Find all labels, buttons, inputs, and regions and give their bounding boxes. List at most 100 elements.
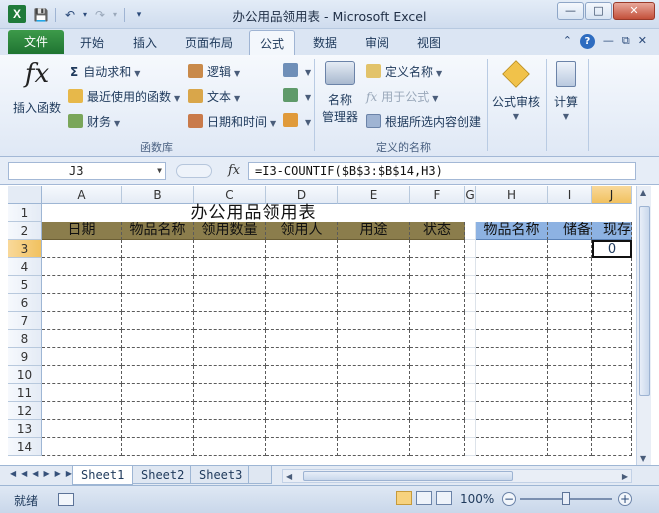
table-header-cell[interactable]: 领用数量	[194, 222, 266, 240]
tab-formulas[interactable]: 公式	[249, 30, 296, 55]
table-cell[interactable]	[548, 402, 592, 420]
table-cell[interactable]	[476, 276, 548, 294]
table-cell[interactable]	[548, 276, 592, 294]
customize-qat-icon[interactable]: ▾	[130, 7, 148, 23]
sheet-tab-1[interactable]: Sheet1	[72, 466, 134, 485]
logical-button[interactable]: 逻辑 ▼	[188, 63, 240, 80]
table-cell[interactable]	[476, 312, 548, 330]
table-cell[interactable]	[194, 366, 266, 384]
row-header[interactable]: 4	[8, 258, 42, 276]
table-cell[interactable]	[194, 402, 266, 420]
table-header-cell[interactable]: 状态	[410, 222, 465, 240]
table-cell[interactable]	[122, 420, 194, 438]
table-cell[interactable]	[338, 384, 410, 402]
vertical-scrollbar[interactable]: ▲ ▼	[636, 186, 651, 465]
column-header[interactable]: G	[465, 186, 476, 204]
row-header[interactable]: 6	[8, 294, 42, 312]
column-header[interactable]: A	[42, 186, 122, 204]
scroll-up-icon[interactable]: ▲	[640, 188, 646, 197]
table-cell[interactable]	[465, 330, 476, 348]
math-trig-button[interactable]: ▼	[283, 88, 311, 103]
table-cell[interactable]	[410, 312, 465, 330]
table-cell[interactable]	[42, 312, 122, 330]
table-cell[interactable]	[194, 420, 266, 438]
table-cell[interactable]	[266, 258, 338, 276]
table-cell[interactable]	[266, 330, 338, 348]
table-cell[interactable]	[476, 240, 548, 258]
table-cell[interactable]	[266, 384, 338, 402]
tab-file[interactable]: 文件	[8, 30, 64, 54]
table-cell[interactable]	[476, 348, 548, 366]
table-cell[interactable]	[476, 402, 548, 420]
sheet-title[interactable]: 办公用品领用表	[42, 204, 465, 222]
table-cell[interactable]	[465, 276, 476, 294]
table-cell[interactable]	[548, 330, 592, 348]
table-cell[interactable]	[410, 240, 465, 258]
tab-review[interactable]: 审阅	[365, 34, 389, 51]
table-cell[interactable]	[410, 330, 465, 348]
close-button[interactable]: ✕	[613, 2, 655, 20]
insert-function-button[interactable]: fx 插入函数	[10, 59, 64, 116]
table-cell[interactable]	[194, 240, 266, 258]
restore-workbook-icon[interactable]: —	[603, 34, 614, 49]
table-cell[interactable]	[266, 294, 338, 312]
redo-icon[interactable]: ↷	[91, 7, 109, 23]
table-cell[interactable]	[476, 366, 548, 384]
table-cell[interactable]	[194, 312, 266, 330]
calculation-button[interactable]: 计算 ▼	[550, 61, 582, 121]
vertical-scroll-thumb[interactable]	[639, 206, 650, 396]
table-cell[interactable]	[122, 384, 194, 402]
table-cell[interactable]	[42, 348, 122, 366]
tab-page-layout[interactable]: 页面布局	[185, 34, 233, 51]
table-cell[interactable]	[548, 240, 592, 258]
table-cell[interactable]	[42, 276, 122, 294]
table-cell[interactable]	[42, 330, 122, 348]
use-in-formula-button[interactable]: fx 用于公式 ▼	[366, 88, 438, 105]
table-header-cell[interactable]: 物品名称	[476, 222, 548, 240]
row-header[interactable]: 8	[8, 330, 42, 348]
table-cell[interactable]	[410, 438, 465, 456]
workbook-restore-icon[interactable]: ⧉	[622, 34, 630, 49]
table-header-cell[interactable]: 储备	[548, 222, 592, 240]
table-cell[interactable]	[592, 294, 632, 312]
table-cell[interactable]	[592, 366, 632, 384]
scroll-right-icon[interactable]: ▶	[622, 472, 628, 481]
table-cell[interactable]	[122, 348, 194, 366]
financial-button[interactable]: 财务 ▼	[68, 113, 120, 130]
column-header[interactable]: J	[592, 186, 632, 204]
table-cell[interactable]	[122, 366, 194, 384]
create-from-selection-button[interactable]: 根据所选内容创建	[366, 113, 481, 130]
table-cell[interactable]	[548, 294, 592, 312]
row-header[interactable]: 1	[8, 204, 42, 222]
column-header[interactable]: I	[548, 186, 592, 204]
table-cell[interactable]	[592, 312, 632, 330]
tab-view[interactable]: 视图	[417, 34, 441, 51]
table-cell[interactable]	[266, 240, 338, 258]
table-cell[interactable]	[410, 384, 465, 402]
table-cell[interactable]	[42, 240, 122, 258]
workbook-close-icon[interactable]: ✕	[638, 34, 647, 49]
table-cell[interactable]	[592, 258, 632, 276]
table-cell[interactable]	[410, 258, 465, 276]
table-cell[interactable]	[465, 294, 476, 312]
table-cell[interactable]	[194, 330, 266, 348]
table-cell[interactable]	[592, 276, 632, 294]
page-break-view-icon[interactable]	[436, 491, 452, 505]
table-cell[interactable]	[338, 402, 410, 420]
save-icon[interactable]: 💾	[32, 7, 50, 23]
table-cell[interactable]	[465, 402, 476, 420]
table-cell[interactable]	[266, 276, 338, 294]
table-cell[interactable]	[465, 384, 476, 402]
table-cell[interactable]	[266, 438, 338, 456]
table-cell[interactable]	[122, 330, 194, 348]
table-cell[interactable]	[338, 330, 410, 348]
insert-sheet-icon[interactable]	[248, 466, 272, 484]
insert-function-fx-button[interactable]: fx	[228, 163, 240, 178]
formula-auditing-button[interactable]: 公式审核 ▼	[490, 60, 542, 121]
table-cell[interactable]	[465, 438, 476, 456]
table-cell[interactable]	[122, 258, 194, 276]
excel-logo-icon[interactable]: X	[8, 5, 26, 23]
chevron-down-icon[interactable]: ▼	[157, 163, 162, 179]
table-cell[interactable]	[548, 312, 592, 330]
sheet-nav-icons[interactable]: ◀◀◀▶▶▶	[10, 469, 77, 478]
